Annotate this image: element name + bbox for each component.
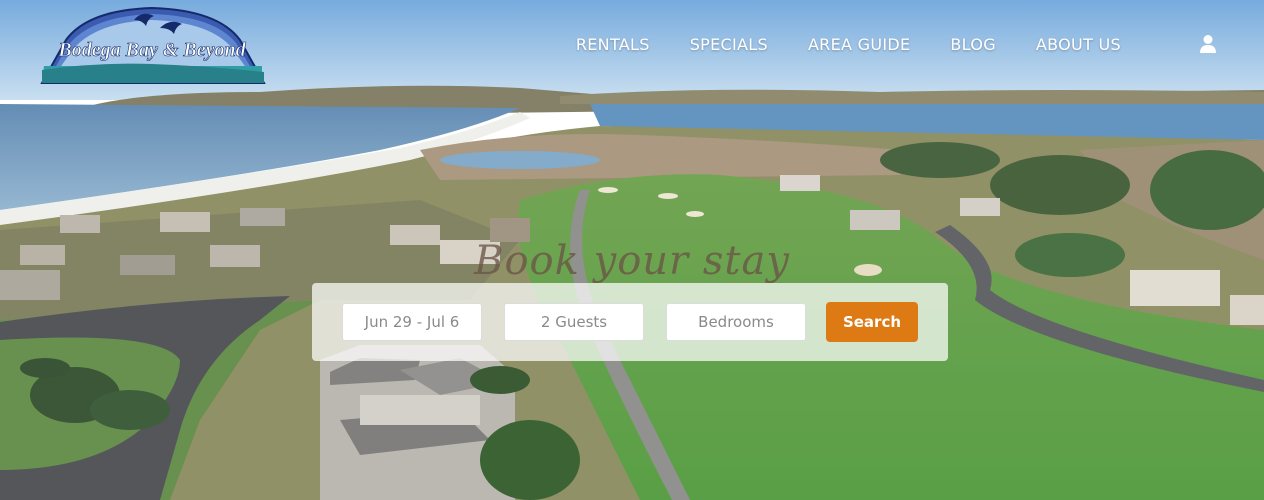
main-nav: RENTALS SPECIALS AREA GUIDE BLOG ABOUT U… <box>576 32 1264 56</box>
search-button[interactable]: Search <box>826 302 918 342</box>
bodega-bay-logo-graphic: Bodega Bay & Beyond <box>40 6 266 84</box>
nav-rentals[interactable]: RENTALS <box>576 35 650 54</box>
user-icon[interactable] <box>1199 34 1217 54</box>
site-logo[interactable]: Bodega Bay & Beyond <box>38 4 268 86</box>
book-your-stay-heading: Book your stay <box>474 238 790 284</box>
guests-value: 2 Guests <box>540 313 608 331</box>
nav-about-us[interactable]: ABOUT US <box>1036 35 1121 54</box>
guests-field[interactable]: 2 Guests <box>504 303 644 341</box>
booking-search-panel: Jun 29 - Jul 6 2 Guests Bedrooms Search <box>312 283 948 361</box>
date-range-field[interactable]: Jun 29 - Jul 6 <box>342 303 482 341</box>
nav-specials[interactable]: SPECIALS <box>690 35 768 54</box>
user-icon-graphic <box>1200 35 1216 53</box>
date-range-value: Jun 29 - Jul 6 <box>364 313 460 331</box>
nav-area-guide[interactable]: AREA GUIDE <box>808 35 910 54</box>
bedrooms-placeholder: Bedrooms <box>698 313 774 331</box>
bedrooms-field[interactable]: Bedrooms <box>666 303 806 341</box>
logo-text: Bodega Bay & Beyond <box>57 39 246 61</box>
nav-blog[interactable]: BLOG <box>950 35 996 54</box>
